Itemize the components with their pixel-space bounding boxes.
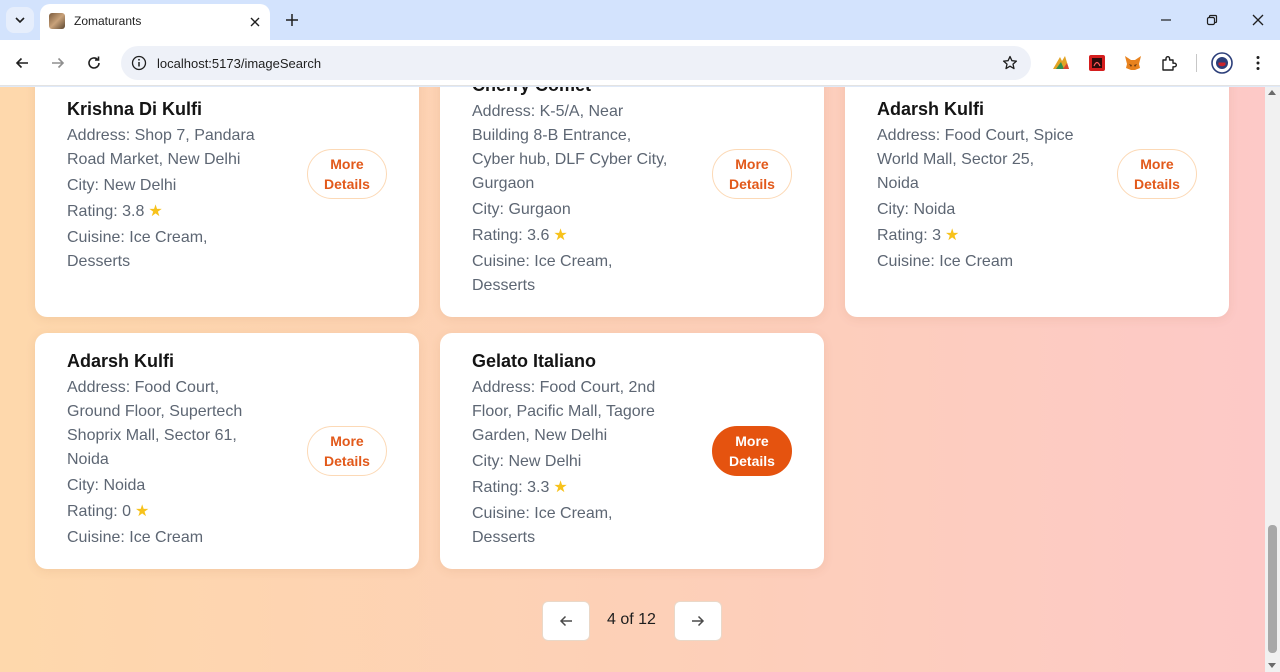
restaurant-cuisine: Cuisine: Ice Cream, Desserts <box>472 505 613 546</box>
address-bar[interactable]: localhost:5173/imageSearch <box>121 46 1031 80</box>
star-icon: ★ <box>945 227 960 244</box>
restaurant-rating: Rating: 3 ★ <box>877 227 960 244</box>
restaurant-card: Adarsh Kulfi Address: Food Court, Spice W… <box>845 87 1229 317</box>
back-button[interactable] <box>10 51 34 75</box>
arrow-left-icon <box>15 57 28 69</box>
url-text[interactable]: localhost:5173/imageSearch <box>157 56 321 71</box>
browser-toolbar: localhost:5173/imageSearch <box>0 40 1280 86</box>
profile-button[interactable] <box>1211 52 1233 74</box>
close-icon <box>250 17 260 27</box>
restaurant-address: Address: Food Court, Spice World Mall, Se… <box>877 127 1074 192</box>
extension-button[interactable] <box>1122 52 1144 74</box>
page-content: Krishna Di Kulfi Address: Shop 7, Pandar… <box>0 87 1265 672</box>
card-details: Cherry Comet Address: K-5/A, NearBuildin… <box>472 87 712 300</box>
restaurant-city: City: New Delhi <box>472 453 582 470</box>
restaurant-card: Krishna Di Kulfi Address: Shop 7, Pandar… <box>35 87 419 317</box>
restaurant-rating: Rating: 0 ★ <box>67 503 150 520</box>
more-details-button[interactable]: More Details <box>1117 149 1197 199</box>
restaurant-address: Address: Food Court, Ground Floor, Supert… <box>67 379 243 468</box>
restaurant-cuisine: Cuisine: Ice Cream <box>877 253 1014 270</box>
scrollbar-thumb[interactable] <box>1268 525 1277 653</box>
restore-icon <box>1206 14 1218 26</box>
restaurant-city: City: Gurgaon <box>472 201 571 218</box>
arrow-left-icon <box>559 615 572 627</box>
minimize-button[interactable] <box>1143 6 1189 34</box>
bookmark-button[interactable] <box>1000 53 1020 73</box>
more-details-button[interactable]: More Details <box>712 149 792 199</box>
tab-title: Zomaturants <box>74 14 142 28</box>
restaurant-name: Gelato Italiano <box>472 351 597 371</box>
restaurant-cuisine: Cuisine: Ice Cream <box>67 529 204 546</box>
star-icon: ★ <box>148 203 163 220</box>
star-icon: ★ <box>135 503 150 520</box>
arrow-right-icon <box>52 57 65 69</box>
toolbar-divider <box>1196 54 1197 72</box>
star-icon: ★ <box>553 479 568 496</box>
page-indicator: 4 of 12 <box>607 611 656 628</box>
puzzle-piece-icon <box>1162 56 1177 71</box>
more-details-button[interactable]: More Details <box>307 426 387 476</box>
restaurant-favicon-icon <box>49 13 65 29</box>
more-details-button[interactable]: More Details <box>712 426 792 476</box>
restaurant-cuisine: Cuisine: Ice Cream, Desserts <box>472 253 613 294</box>
avatar-icon <box>1211 52 1233 74</box>
restaurant-name: Krishna Di Kulfi <box>67 99 203 119</box>
reload-button[interactable] <box>82 51 106 75</box>
next-page-button[interactable] <box>674 601 722 641</box>
restaurant-name: Adarsh Kulfi <box>877 99 985 119</box>
tab-search-button[interactable] <box>6 7 34 33</box>
chevron-down-icon <box>15 17 25 24</box>
scroll-down-arrow-icon[interactable] <box>1268 663 1276 668</box>
browser-menu-button[interactable] <box>1247 52 1269 74</box>
restaurant-city: City: Noida <box>67 477 146 494</box>
restaurant-city: City: New Delhi <box>67 177 177 194</box>
info-icon[interactable] <box>131 55 147 71</box>
star-icon: ★ <box>553 227 568 244</box>
plus-icon <box>286 14 298 26</box>
pdf-extension-icon <box>1089 55 1105 71</box>
restaurant-rating: Rating: 3.8 ★ <box>67 203 163 220</box>
card-details: Gelato Italiano Address: Food Court, 2nd… <box>472 349 700 552</box>
previous-page-button[interactable] <box>542 601 590 641</box>
restaurant-card: Gelato Italiano Address: Food Court, 2nd… <box>440 333 824 569</box>
browser-tab-bar: Zomaturants <box>0 0 1280 40</box>
scroll-up-arrow-icon[interactable] <box>1268 90 1276 95</box>
extension-button[interactable] <box>1086 52 1108 74</box>
tab-close-button[interactable] <box>245 12 265 32</box>
reload-icon <box>88 56 100 69</box>
new-tab-button[interactable] <box>280 8 304 32</box>
extension-logo-icon <box>1053 56 1069 69</box>
restaurant-address: Address: K-5/A, Near Building 8-B Entranc… <box>472 103 668 192</box>
card-details: Adarsh Kulfi Address: Food Court, Spice W… <box>877 97 1105 276</box>
restore-button[interactable] <box>1189 6 1235 34</box>
fox-wallet-icon <box>1125 56 1141 70</box>
restaurant-cuisine: Cuisine: Ice Cream, Desserts <box>67 229 208 270</box>
pagination: 4 of 12 <box>542 601 722 641</box>
extensions-menu-button[interactable] <box>1158 52 1180 74</box>
restaurant-rating: Rating: 3.6 ★ <box>472 227 568 244</box>
restaurant-address: Address: Shop 7, Pandara Road Market, New… <box>67 127 255 168</box>
minimize-icon <box>1161 19 1171 21</box>
restaurant-name: Cherry Comet <box>472 87 712 97</box>
arrow-right-icon <box>692 615 705 627</box>
star-outline-icon <box>1002 55 1018 70</box>
page-scrollbar[interactable] <box>1265 87 1280 672</box>
card-details: Adarsh Kulfi Address: Food Court, Ground … <box>67 349 292 552</box>
extension-button[interactable] <box>1050 52 1072 74</box>
browser-tab[interactable]: Zomaturants <box>40 4 270 40</box>
restaurant-address: Address: Food Court, 2nd Floor, Pacific M… <box>472 379 656 444</box>
restaurant-name: Adarsh Kulfi <box>67 351 175 371</box>
close-icon <box>1252 14 1264 26</box>
more-details-button[interactable]: More Details <box>307 149 387 199</box>
forward-button[interactable] <box>46 51 70 75</box>
restaurant-city: City: Noida <box>877 201 956 218</box>
card-details: Krishna Di Kulfi Address: Shop 7, Pandar… <box>67 97 292 276</box>
restaurant-rating: Rating: 3.3 ★ <box>472 479 568 496</box>
close-window-button[interactable] <box>1235 6 1280 34</box>
more-vertical-icon <box>1256 56 1260 70</box>
restaurant-card: Cherry Comet Address: K-5/A, NearBuildin… <box>440 87 824 317</box>
restaurant-card: Adarsh Kulfi Address: Food Court, Ground … <box>35 333 419 569</box>
